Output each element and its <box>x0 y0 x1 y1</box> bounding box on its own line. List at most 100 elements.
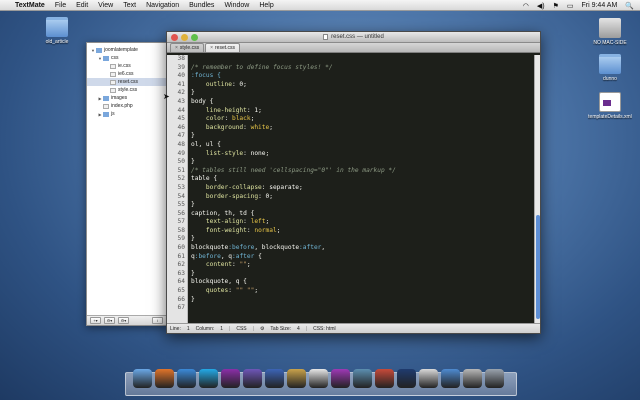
tree-item[interactable]: ie6.css <box>87 70 166 78</box>
code-token: font-weight <box>191 226 247 234</box>
symbol-popup[interactable]: CSS: html <box>313 326 336 332</box>
close-tab-icon[interactable]: × <box>175 45 178 51</box>
code-token: color <box>191 115 225 123</box>
desktop-icon-label: old_article <box>45 39 69 45</box>
add-file-button[interactable]: +▾ <box>90 317 101 324</box>
code-token: background <box>191 123 244 131</box>
tab-size-label[interactable]: Tab Size: <box>270 326 291 332</box>
textmate2-icon[interactable] <box>331 369 350 388</box>
menu-clock[interactable]: Fri 9:44 AM <box>581 2 617 9</box>
tree-item[interactable]: ie.css <box>87 62 166 70</box>
menu-edit[interactable]: Edit <box>76 2 88 9</box>
coda-icon[interactable] <box>353 369 372 388</box>
flag-icon[interactable]: ⚑ <box>553 2 559 10</box>
line-number: 47 <box>177 132 185 140</box>
code-line: :focus { <box>191 72 540 81</box>
document-proxy-icon[interactable] <box>323 34 329 40</box>
menu-navigation[interactable]: Navigation <box>146 2 179 9</box>
omnifocus-icon[interactable] <box>243 369 262 388</box>
code-line: table { <box>191 175 540 184</box>
tab-label: style.css <box>179 45 200 51</box>
gear-menu-button[interactable]: ⚙▾ <box>118 317 129 324</box>
tree-item[interactable]: ▶ images <box>87 94 166 102</box>
tree-item[interactable]: ▶ js <box>87 110 166 118</box>
tree-item[interactable]: ▼ joomlatemplate <box>87 46 166 54</box>
desktop-icon-template-details[interactable]: templateDetails.xml <box>580 92 640 120</box>
desktop-icon-dunno[interactable]: dunno <box>580 54 640 82</box>
menu-window[interactable]: Window <box>224 2 249 9</box>
code-token: } <box>191 201 195 209</box>
tree-item[interactable]: reset.css <box>87 78 166 86</box>
menu-help[interactable]: Help <box>259 2 273 9</box>
tab-reset-css[interactable]: × reset.css <box>205 43 241 52</box>
line-number: 61 <box>177 252 185 260</box>
notes-icon[interactable] <box>287 369 306 388</box>
menu-view[interactable]: View <box>98 2 113 9</box>
code-token: content <box>191 261 232 269</box>
tab-style-css[interactable]: × style.css <box>170 43 205 52</box>
code-line: quotes: "" ""; <box>191 287 540 296</box>
code-token: } <box>191 158 195 166</box>
action-menu-button[interactable]: ⚙▾ <box>104 317 115 324</box>
desktop-icon-old-article[interactable]: old_article <box>27 17 87 45</box>
scrollbar-thumb[interactable] <box>536 215 540 319</box>
trash-icon[interactable] <box>485 369 504 388</box>
vertical-scrollbar[interactable] <box>534 55 540 323</box>
code-line: } <box>191 132 540 141</box>
code-line: color: black; <box>191 115 540 124</box>
close-tab-icon[interactable]: × <box>210 45 213 51</box>
line-number: 65 <box>177 287 185 295</box>
wifi-icon[interactable]: ◠ <box>523 2 529 10</box>
tab-size-value[interactable]: 4 <box>297 326 300 332</box>
safari-icon[interactable] <box>177 369 196 388</box>
desktop-icon-label: NO MAC-SIDE <box>593 40 627 46</box>
window-titlebar[interactable]: reset.css — untitled <box>167 32 540 43</box>
code-text-area[interactable]: /* remember to define focus styles! */:f… <box>188 55 540 323</box>
code-token: /* remember to define focus styles! */ <box>191 63 333 71</box>
gear-icon[interactable]: ⚙ <box>260 326 264 332</box>
code-token: outline <box>191 80 232 88</box>
menu-file[interactable]: File <box>55 2 66 9</box>
desktop-icon-drive[interactable]: NO MAC-SIDE <box>580 15 640 46</box>
textmate-icon[interactable] <box>221 369 240 388</box>
photoshop-icon[interactable] <box>397 369 416 388</box>
menu-bundles[interactable]: Bundles <box>189 2 214 9</box>
tree-item[interactable]: index.php <box>87 102 166 110</box>
todo-icon[interactable] <box>265 369 284 388</box>
volume-icon[interactable]: ◀) <box>537 2 545 10</box>
language-popup[interactable]: CSS <box>236 326 246 332</box>
preview-icon[interactable] <box>419 369 438 388</box>
zoom-window-button[interactable] <box>191 34 198 41</box>
ical-icon[interactable] <box>309 369 328 388</box>
code-line: } <box>191 296 540 305</box>
code-line: } <box>191 235 540 244</box>
tree-item-label: images <box>111 95 128 101</box>
tab-label: reset.css <box>215 45 236 51</box>
skype-icon[interactable] <box>199 369 218 388</box>
spotlight-icon[interactable]: 🔍 <box>625 2 634 10</box>
info-button[interactable]: i <box>152 317 163 324</box>
hard-drive-icon <box>599 18 621 38</box>
close-window-button[interactable] <box>171 34 178 41</box>
dock-icons <box>133 369 504 388</box>
window-title-text: reset.css — untitled <box>331 34 384 40</box>
transmit-icon[interactable] <box>375 369 394 388</box>
firefox-icon[interactable] <box>155 369 174 388</box>
code-token: black <box>231 115 251 123</box>
menu-text[interactable]: Text <box>123 2 136 9</box>
finder-icon[interactable] <box>133 369 152 388</box>
menu-app-textmate[interactable]: TextMate <box>15 2 45 9</box>
project-file-tree: ▼ joomlatemplate ▼ css ie.css ie6.css reset.cs… <box>87 43 166 118</box>
folder-icon <box>103 55 109 61</box>
battery-icon[interactable]: ▭ <box>567 2 574 10</box>
downloads-icon[interactable] <box>463 369 482 388</box>
line-number-gutter[interactable]: 38 39 40 41 42 43 44 45 46 47 48 49 50 51 52 53 54 55 56 57… <box>167 55 188 323</box>
column-value: 1 <box>220 325 224 332</box>
code-editor[interactable]: 38 39 40 41 42 43 44 45 46 47 48 49 50 51 52 53 54 55 56 57… <box>167 55 540 323</box>
line-number: 67 <box>177 304 185 312</box>
iphoto-icon[interactable] <box>441 369 460 388</box>
tree-item[interactable]: ▼ css <box>87 54 166 62</box>
minimize-window-button[interactable] <box>181 34 188 41</box>
tree-item[interactable]: style.css <box>87 86 166 94</box>
